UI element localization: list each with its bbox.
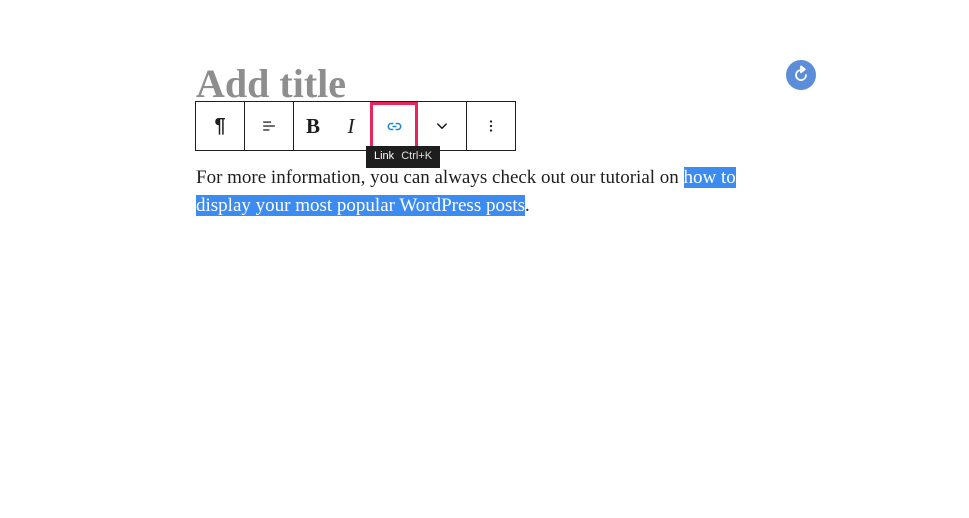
paragraph-text-after: . xyxy=(525,195,530,216)
bold-button[interactable]: B xyxy=(294,102,332,150)
link-button[interactable] xyxy=(370,102,418,150)
paragraph-text-before: For more information, you can always che… xyxy=(196,167,684,188)
align-text-button[interactable] xyxy=(245,102,293,150)
paragraph-block[interactable]: For more information, you can always che… xyxy=(196,164,756,220)
tooltip-label: Link xyxy=(374,150,395,162)
chevron-down-icon xyxy=(433,117,451,135)
link-tooltip: Link Ctrl+K xyxy=(366,146,441,168)
pilcrow-icon: ¶ xyxy=(214,115,226,137)
italic-icon: I xyxy=(347,113,355,138)
block-options-button[interactable] xyxy=(467,102,515,150)
italic-button[interactable]: I xyxy=(332,102,370,150)
editor-canvas: Add title ¶ B I Link Ctrl+K For more inf… xyxy=(0,0,969,518)
link-icon xyxy=(384,116,405,137)
bold-icon: B xyxy=(305,113,320,138)
refresh-icon xyxy=(791,65,811,85)
block-type-paragraph-button[interactable]: ¶ xyxy=(196,102,244,150)
reload-button[interactable] xyxy=(786,60,816,90)
more-rich-text-button[interactable] xyxy=(418,102,466,150)
more-vertical-icon xyxy=(482,117,500,135)
align-left-icon xyxy=(259,116,279,136)
tooltip-shortcut: Ctrl+K xyxy=(401,150,433,162)
block-toolbar: ¶ B I xyxy=(195,101,516,151)
